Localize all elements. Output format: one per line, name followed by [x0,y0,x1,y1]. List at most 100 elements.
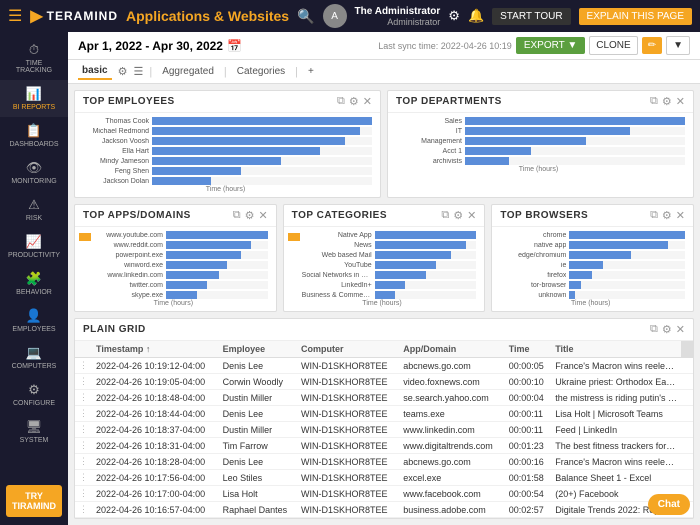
bar-container[interactable] [569,281,685,289]
bar-container[interactable] [465,157,685,165]
col-app[interactable]: App/Domain [399,341,504,358]
sidebar-item-time-tracking[interactable]: ⏱ TIMETRACKING [0,36,68,80]
edit-button[interactable]: ✏ [642,37,662,54]
close-icon[interactable]: ✕ [467,209,476,222]
bar-container[interactable] [152,167,372,175]
bar-container[interactable] [375,261,477,269]
copy-icon[interactable]: ⧉ [337,95,345,108]
bar-container[interactable] [569,241,685,249]
settings-icon[interactable]: ⚙ [453,209,463,222]
bar-container[interactable] [465,147,685,155]
row-menu[interactable]: ⋮ [75,374,92,390]
table-row[interactable]: ⋮2022-04-26 10:18:28-04:00Denis LeeWIN-D… [75,454,693,470]
sidebar-item-system[interactable]: 🖥 SYSTEM [0,413,68,450]
try-tiramind-button[interactable]: TRY TIRAMIND [6,485,62,517]
close-icon[interactable]: ✕ [258,209,267,222]
copy-icon[interactable]: ⧉ [233,209,241,222]
settings-icon[interactable]: ⚙ [349,95,359,108]
bar-container[interactable] [152,147,372,155]
sidebar-item-bi-reports[interactable]: 📊 BI REPORTS [0,80,68,117]
table-row[interactable]: ⋮2022-04-26 10:18:31-04:00Tim FarrowWIN-… [75,438,693,454]
close-icon[interactable]: ✕ [676,209,685,222]
bar-container[interactable] [375,241,477,249]
table-row[interactable]: ⋮2022-04-26 10:17:00-04:00Lisa HoltWIN-D… [75,486,693,502]
bar-container[interactable] [465,117,685,125]
grid-scroll-area[interactable]: Timestamp ↑ Employee Computer App/Domain… [75,341,693,518]
bar-container[interactable] [166,231,268,239]
row-menu[interactable]: ⋮ [75,486,92,502]
table-row[interactable]: ⋮2022-04-26 10:17:56-04:00Leo StilesWIN-… [75,470,693,486]
bar-container[interactable] [375,291,477,299]
bar-container[interactable] [152,127,372,135]
bar-container[interactable] [166,251,268,259]
table-row[interactable]: ⋮2022-04-26 10:18:37-04:00Dustin MillerW… [75,422,693,438]
hamburger-icon[interactable]: ☰ [8,6,22,26]
close-icon[interactable]: ✕ [363,95,372,108]
close-icon[interactable]: ✕ [676,323,685,336]
bar-container[interactable] [569,271,685,279]
tab-categories[interactable]: Categories [233,64,289,79]
sidebar-item-risk[interactable]: ⚠ RISK [0,191,68,228]
row-menu[interactable]: ⋮ [75,438,92,454]
settings-icon[interactable]: ⚙ [662,323,672,336]
col-timestamp[interactable]: Timestamp ↑ [92,341,219,358]
bar-container[interactable] [375,251,477,259]
row-menu[interactable]: ⋮ [75,502,92,518]
table-row[interactable]: ⋮2022-04-26 10:18:48-04:00Dustin MillerW… [75,390,693,406]
tab-settings-icon[interactable]: ⚙ [118,65,128,78]
bar-container[interactable] [152,177,372,185]
copy-icon[interactable]: ⧉ [650,209,658,222]
bar-container[interactable] [166,261,268,269]
export-button[interactable]: EXPORT ▼ [516,37,585,54]
tab-add[interactable]: + [304,64,318,79]
copy-icon[interactable]: ⧉ [650,323,658,336]
bar-container[interactable] [166,291,268,299]
row-menu[interactable]: ⋮ [75,406,92,422]
row-menu[interactable]: ⋮ [75,390,92,406]
row-menu[interactable]: ⋮ [75,422,92,438]
explain-button[interactable]: EXPLAIN THIS PAGE [579,8,692,25]
table-row[interactable]: ⋮2022-04-26 10:19:05-04:00Corwin WoodlyW… [75,374,693,390]
row-menu[interactable]: ⋮ [75,358,92,374]
calendar-icon[interactable]: 📅 [227,39,242,53]
search-icon[interactable]: 🔍 [297,8,314,25]
chat-button[interactable]: Chat [648,494,690,515]
row-menu[interactable]: ⋮ [75,454,92,470]
table-row[interactable]: ⋮2022-04-26 10:19:12-04:00Denis LeeWIN-D… [75,358,693,374]
start-tour-button[interactable]: START TOUR [492,8,570,25]
clone-button[interactable]: CLONE [589,36,637,55]
sidebar-item-computers[interactable]: 💻 COMPUTERS [0,339,68,376]
table-row[interactable]: ⋮2022-04-26 10:18:44-04:00Denis LeeWIN-D… [75,406,693,422]
bar-container[interactable] [569,261,685,269]
sidebar-item-behavior[interactable]: 🧩 BEHAVIOR [0,265,68,302]
col-time[interactable]: Time [505,341,552,358]
table-row[interactable]: ⋮2022-04-26 10:16:57-04:00Raphael Dantes… [75,502,693,518]
bar-container[interactable] [152,157,372,165]
sidebar-item-configure[interactable]: ⚙ CONFIGURE [0,376,68,413]
bar-container[interactable] [166,241,268,249]
sidebar-item-monitoring[interactable]: 👁 MONITORING [0,154,68,191]
settings-icon[interactable]: ⚙ [245,209,255,222]
settings-icon[interactable]: ⚙ [662,95,672,108]
close-icon[interactable]: ✕ [676,95,685,108]
bar-container[interactable] [152,137,372,145]
sidebar-item-productivity[interactable]: 📈 PRODUCTIVITY [0,228,68,265]
bar-container[interactable] [375,281,477,289]
filter-button[interactable]: ▼ [666,36,690,55]
bar-container[interactable] [166,281,268,289]
sidebar-item-employees[interactable]: 👤 EMPLOYEES [0,302,68,339]
row-menu[interactable]: ⋮ [75,470,92,486]
bar-container[interactable] [569,291,685,299]
tab-list-icon[interactable]: ☰ [133,65,143,78]
bar-container[interactable] [569,251,685,259]
col-sidebar-toggle[interactable] [681,341,693,358]
bar-container[interactable] [375,231,477,239]
tab-aggregated[interactable]: Aggregated [158,64,218,79]
col-title[interactable]: Title [551,341,681,358]
col-computer[interactable]: Computer [297,341,399,358]
sidebar-item-dashboards[interactable]: 📋 DASHBOARDS [0,117,68,154]
bar-container[interactable] [465,137,685,145]
notifications-icon[interactable]: 🔔 [468,8,484,24]
settings-icon[interactable]: ⚙ [662,209,672,222]
tab-basic[interactable]: basic [78,63,112,80]
